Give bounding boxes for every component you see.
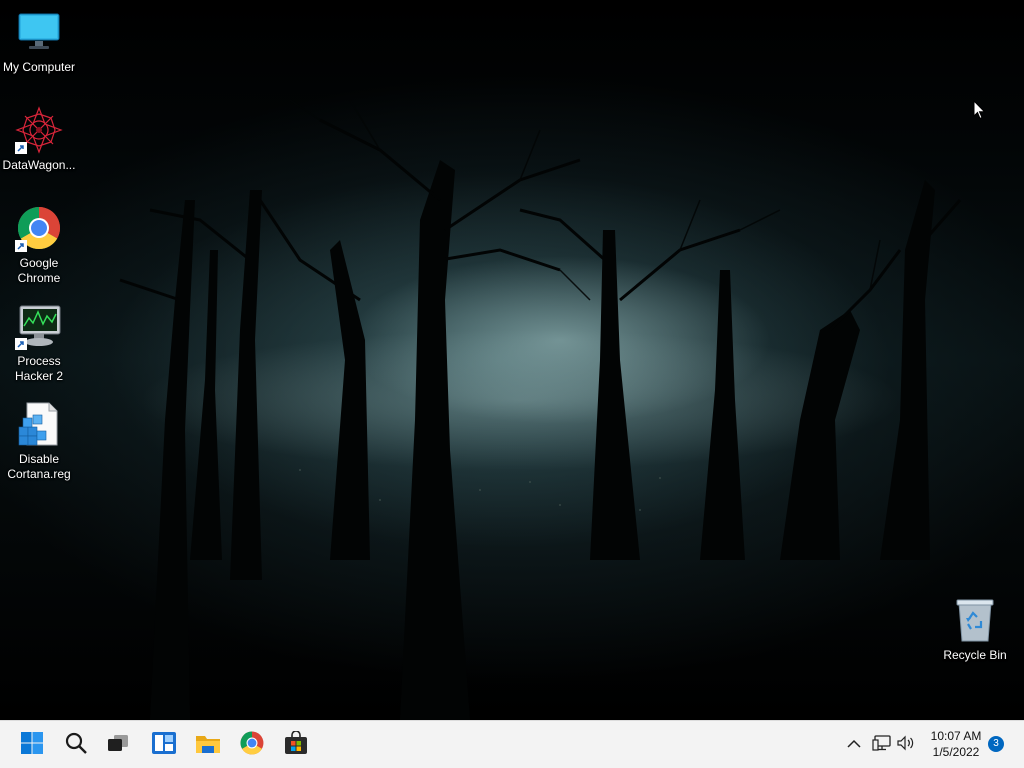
shortcut-arrow-icon: [15, 338, 27, 350]
process-hacker-icon: [15, 302, 63, 350]
monitor-icon: [15, 8, 63, 56]
desktop-icon-label: Recycle Bin: [943, 648, 1007, 662]
shortcut-arrow-icon: [15, 142, 27, 154]
start-button[interactable]: [12, 725, 52, 765]
folder-icon: [195, 731, 221, 760]
task-view-button[interactable]: [98, 725, 138, 765]
show-hidden-icons-button[interactable]: [842, 733, 866, 757]
file-explorer-button[interactable]: [188, 725, 228, 765]
widgets-button[interactable]: [144, 725, 184, 765]
clock-time: 10:07 AM: [930, 729, 982, 743]
taskbar: 10:07 AM 1/5/2022 3: [0, 720, 1024, 768]
desktop-icon-datawagon[interactable]: DataWagon...: [0, 106, 78, 173]
desktop-icon-process-hacker[interactable]: Process Hacker 2: [0, 302, 78, 384]
clock-date: 1/5/2022: [932, 745, 980, 759]
desktop-icon-label: Process Hacker 2: [14, 354, 64, 383]
volume-icon: [896, 734, 916, 757]
forest-trees-silhouette: [119, 99, 962, 720]
desktop-icon-label: Disable Cortana.reg: [7, 452, 71, 481]
network-button[interactable]: [870, 733, 894, 757]
clock-button[interactable]: 10:07 AM 1/5/2022: [922, 728, 990, 760]
store-icon: [284, 729, 308, 760]
chrome-taskbar-button[interactable]: [232, 725, 272, 765]
recycle-bin-icon: [951, 596, 999, 644]
datawagon-logo-icon: [15, 106, 63, 154]
volume-button[interactable]: [894, 733, 918, 757]
shortcut-arrow-icon: [15, 240, 27, 252]
chrome-icon: [240, 731, 264, 760]
search-icon: [64, 731, 88, 760]
windows-start-icon: [20, 731, 44, 760]
desktop-icon-label: Google Chrome: [17, 256, 61, 285]
widgets-icon: [151, 731, 177, 760]
chevron-up-icon: [847, 736, 861, 754]
task-view-icon: [106, 731, 130, 760]
desktop-icon-my-computer[interactable]: My Computer: [0, 8, 78, 75]
desktop-icon-google-chrome[interactable]: Google Chrome: [0, 204, 78, 286]
desktop-wallpaper: [0, 0, 1024, 720]
desktop-icon-disable-cortana-reg[interactable]: Disable Cortana.reg: [0, 400, 78, 482]
microsoft-store-button[interactable]: [276, 725, 316, 765]
desktop-icon-recycle-bin[interactable]: Recycle Bin: [936, 596, 1014, 663]
desktop-icon-label: My Computer: [2, 60, 76, 74]
mouse-cursor-icon: [973, 99, 986, 125]
search-button[interactable]: [56, 725, 96, 765]
network-icon: [872, 734, 892, 757]
notification-count-badge[interactable]: 3: [988, 736, 1004, 752]
desktop-icon-label: DataWagon...: [2, 158, 76, 172]
chrome-icon: [15, 204, 63, 252]
registry-file-icon: [15, 400, 63, 448]
